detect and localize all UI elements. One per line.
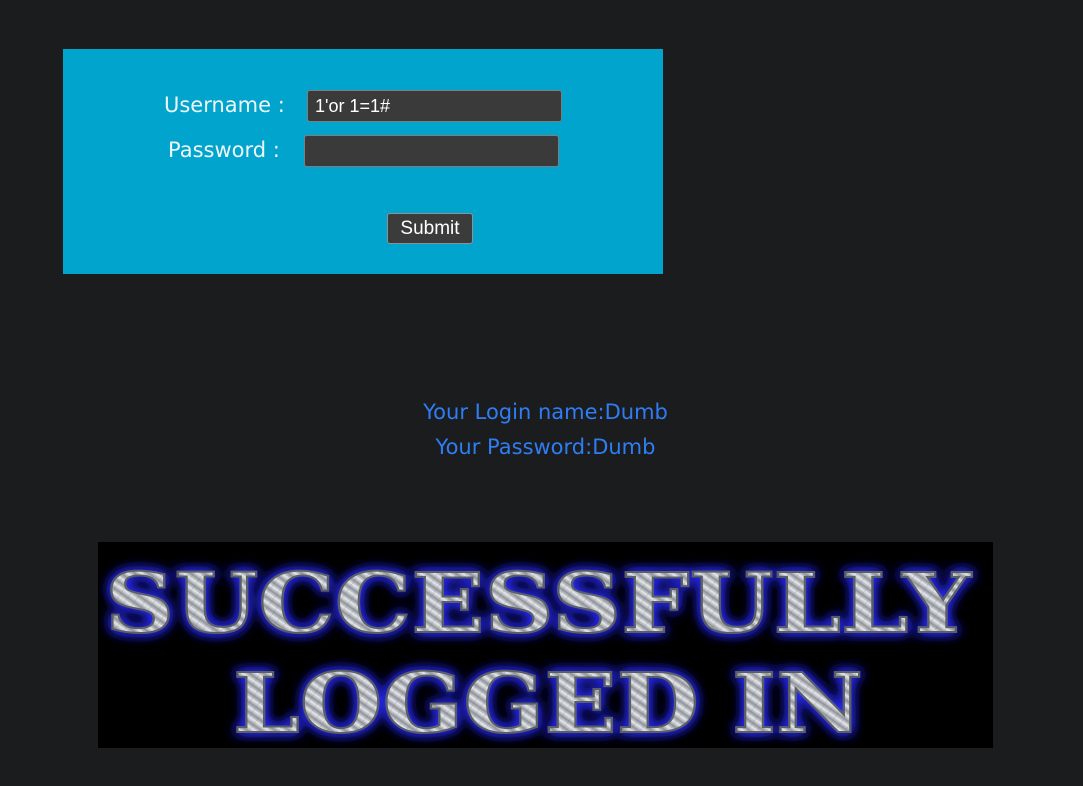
submit-button[interactable]: Submit: [387, 213, 473, 244]
username-input[interactable]: [307, 90, 562, 122]
login-result: Your Login name:Dumb Your Password:Dumb: [0, 395, 1083, 465]
banner-line-2: LOGGED IN: [233, 656, 863, 748]
username-label: Username :: [164, 93, 285, 117]
success-banner-image: SUCCESSFULLY LOGGED IN: [98, 542, 993, 748]
password-label: Password :: [168, 138, 280, 162]
password-text: Your Password:Dumb: [435, 435, 656, 459]
login-form: Username : Password : Submit: [63, 49, 663, 274]
page: Username : Password : Submit Your Login …: [0, 0, 1083, 786]
password-input[interactable]: [304, 135, 559, 167]
banner-line-1: SUCCESSFULLY: [105, 556, 973, 652]
success-banner-graphic: SUCCESSFULLY LOGGED IN: [104, 555, 974, 748]
login-name-text: Your Login name:Dumb: [423, 400, 668, 424]
